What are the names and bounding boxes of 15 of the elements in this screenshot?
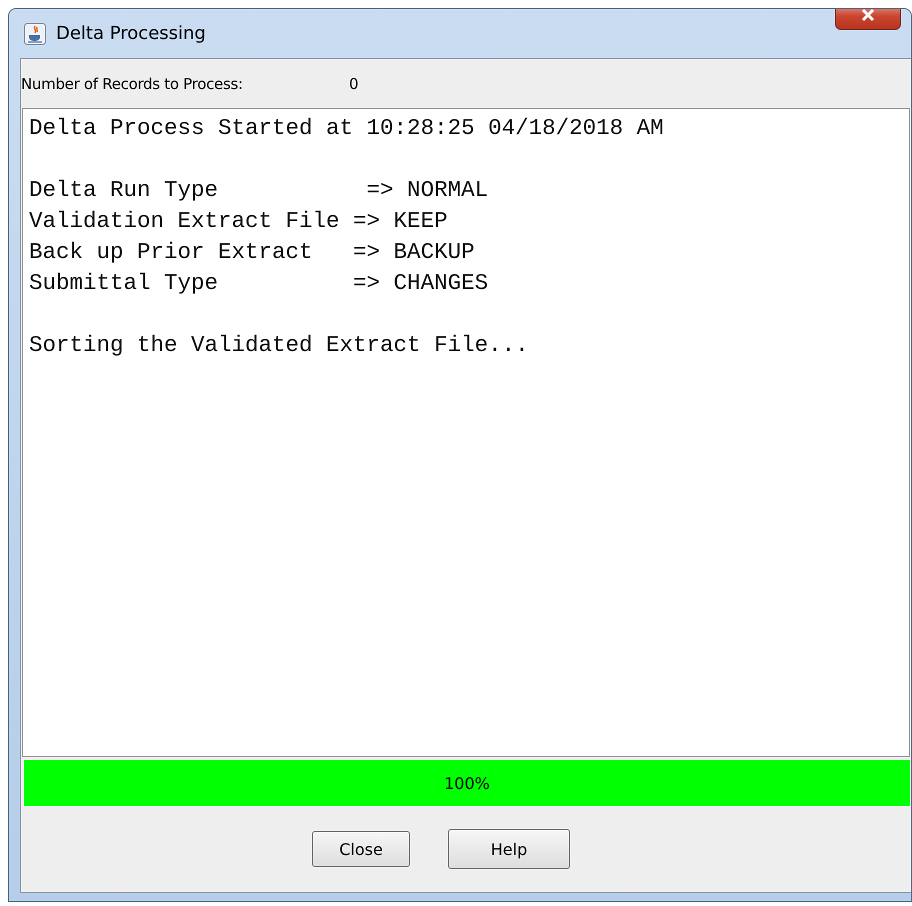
progress-reading: 100% [444,774,490,792]
log-line: Delta Run Type => NORMAL [29,176,490,205]
log-line: Sorting the Validated Extract File... [29,331,530,360]
log-line: Back up Prior Extract => BACKUP [29,238,476,267]
log-line: Delta Process Started at 10:28:25 04/18/2018 AM [29,114,665,143]
log-line: Validation Extract File => KEEP [29,207,449,236]
coffee-cup-icon [24,22,46,44]
dialog-button[interactable]: Help [448,829,570,869]
dialog-button[interactable]: Close [312,831,410,867]
close-icon [860,9,876,22]
log-line: Submittal Type => CHANGES [29,269,490,298]
window-title: Delta Processing [56,23,206,44]
records-label: Number of Records to Process: [21,74,244,92]
close-button[interactable] [835,9,901,30]
records-count: 0 [349,74,358,92]
